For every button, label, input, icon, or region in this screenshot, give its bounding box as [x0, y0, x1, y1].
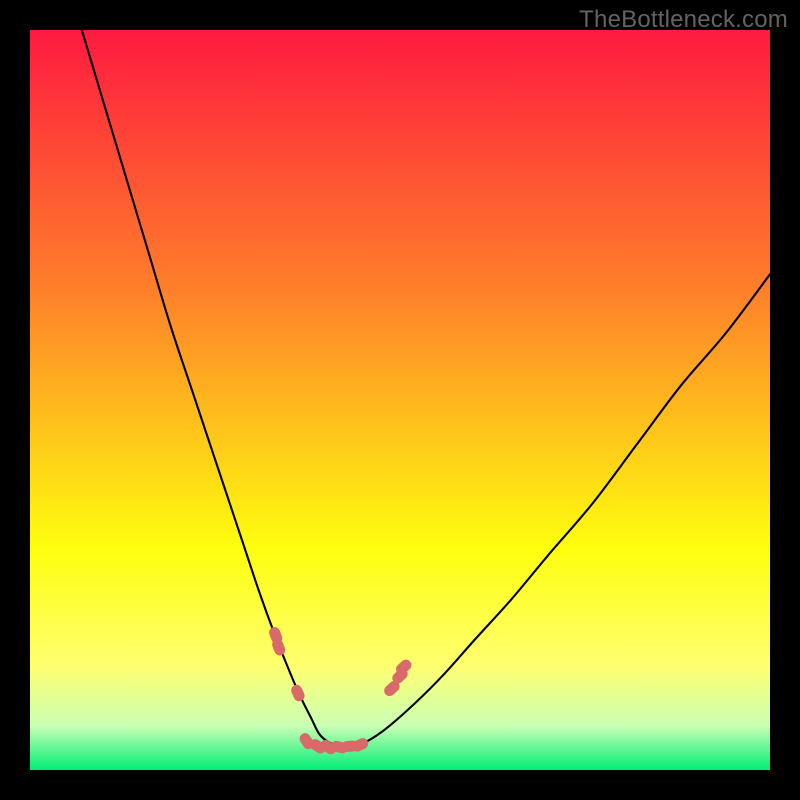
- watermark-text: TheBottleneck.com: [579, 6, 788, 34]
- chart-frame: TheBottleneck.com: [0, 0, 800, 800]
- chart-svg: [30, 30, 770, 770]
- gradient-background: [30, 30, 770, 770]
- plot-area: [30, 30, 770, 770]
